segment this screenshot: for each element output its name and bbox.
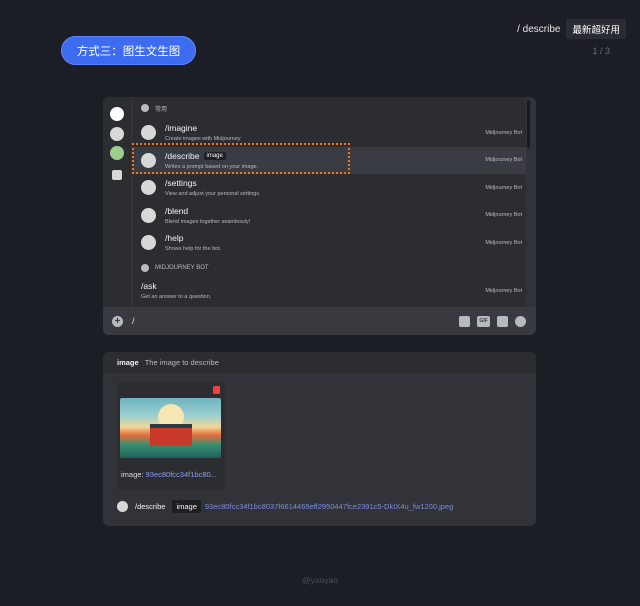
describe-command-label: / describe [517, 23, 561, 35]
command-preview-line: /describe image 93ec80fcc34f1bc8037f6614… [117, 500, 453, 513]
command-item-settings[interactable]: /settings View and adjust your personal … [133, 174, 526, 202]
preview-command: /describe [135, 502, 166, 511]
page-indicator: 1 / 3 [592, 46, 610, 56]
message-input[interactable]: / [132, 316, 135, 326]
command-name: /settings [165, 178, 197, 189]
bot-avatar [117, 501, 128, 512]
command-source: Midjourney Bot [485, 184, 522, 191]
section-common-label: 常用 [155, 106, 168, 113]
recent-clock-icon[interactable] [110, 107, 124, 121]
niji-bot-icon[interactable] [110, 146, 124, 160]
option-header: image The image to describe [103, 352, 536, 373]
attachment-file-link[interactable]: 93ec80fcc34f1bc80... [146, 470, 217, 479]
command-desc: Get an answer to a question. [141, 294, 212, 300]
preview-option-chip: image [172, 500, 201, 513]
method-pill: 方式三：图生文生图 [61, 36, 196, 65]
add-attachment-icon[interactable]: + [112, 315, 123, 327]
command-source: Midjourney Bot [485, 239, 522, 246]
command-category-rail [103, 97, 131, 307]
section-common: 常用 [133, 97, 526, 119]
command-item-ask[interactable]: /ask Get an answer to a question. Midjou… [133, 279, 526, 303]
trash-icon[interactable] [213, 386, 220, 394]
emoji-icon[interactable] [515, 315, 526, 327]
command-source: Midjourney Bot [485, 212, 522, 219]
command-autocomplete-panel: 常用 /imagine Create images with Midjourne… [103, 97, 536, 335]
command-desc: Create images with Midjourney [165, 136, 241, 143]
command-name: /help [165, 233, 184, 244]
command-item-help[interactable]: /help Shows help for the bot. Midjourney… [133, 229, 526, 257]
describe-image-panel: image The image to describe image: 93ec8… [103, 352, 536, 526]
command-source: Midjourney Bot [485, 129, 522, 136]
command-desc: Blend images together seamlessly! [165, 218, 251, 225]
command-item-blend[interactable]: /blend Blend images together seamlessly!… [133, 202, 526, 230]
gift-icon[interactable] [459, 315, 470, 327]
command-desc: Shows help for the bot. [165, 246, 222, 253]
command-name: /imagine [165, 123, 198, 134]
message-input-bar[interactable]: + / GIF [103, 307, 536, 335]
watermark: @yaoyao [301, 575, 339, 585]
clock-icon [141, 104, 149, 112]
preview-filename: 93ec80fcc34f1bc8037f6614465eff2950447fce… [204, 502, 454, 511]
top-right-title: / describe 最新超好用 [517, 19, 626, 39]
list-scrollbar[interactable] [527, 100, 530, 148]
command-source: Midjourney Bot [485, 287, 522, 294]
bot-avatar [141, 180, 156, 196]
describe-highlight-box [132, 143, 350, 174]
edit-icon[interactable] [112, 170, 122, 180]
gif-icon[interactable]: GIF [477, 315, 490, 327]
option-hint: The image to describe [144, 358, 219, 367]
section-midjourney-bot: MIDJOURNEY BOT [133, 257, 526, 279]
command-list: 常用 /imagine Create images with Midjourne… [133, 97, 526, 307]
attachment-card[interactable]: image: 93ec80fcc34f1bc80... [117, 382, 225, 490]
midjourney-icon [141, 263, 149, 272]
bot-avatar [141, 207, 156, 223]
command-source: Midjourney Bot [485, 157, 522, 164]
option-label: image [117, 358, 139, 367]
bot-avatar [141, 235, 156, 251]
command-desc: View and adjust your personal settings. [165, 191, 261, 198]
attachment-caption: image: 93ec80fcc34f1bc80... [121, 470, 217, 479]
sticker-icon[interactable] [497, 315, 508, 327]
command-name: /blend [165, 205, 189, 216]
attachment-thumbnail [120, 398, 221, 458]
midjourney-bot-icon[interactable] [110, 127, 124, 141]
command-name: /ask [141, 281, 157, 291]
section-bot-label: MIDJOURNEY BOT [155, 264, 209, 271]
bot-avatar [141, 125, 156, 141]
new-badge: 最新超好用 [566, 19, 626, 39]
